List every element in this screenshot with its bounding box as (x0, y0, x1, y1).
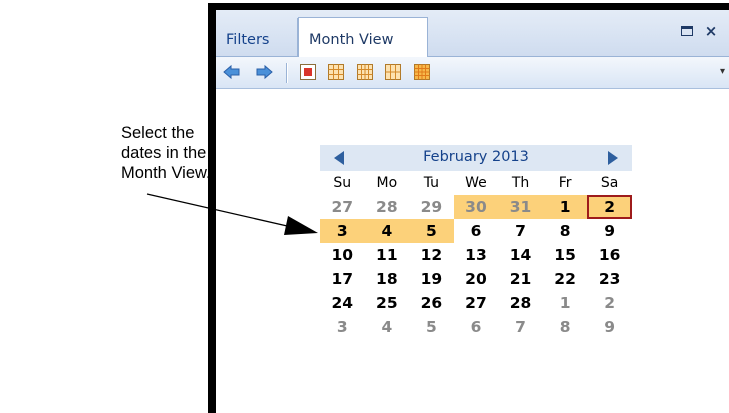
callout-arrow (146, 193, 318, 235)
